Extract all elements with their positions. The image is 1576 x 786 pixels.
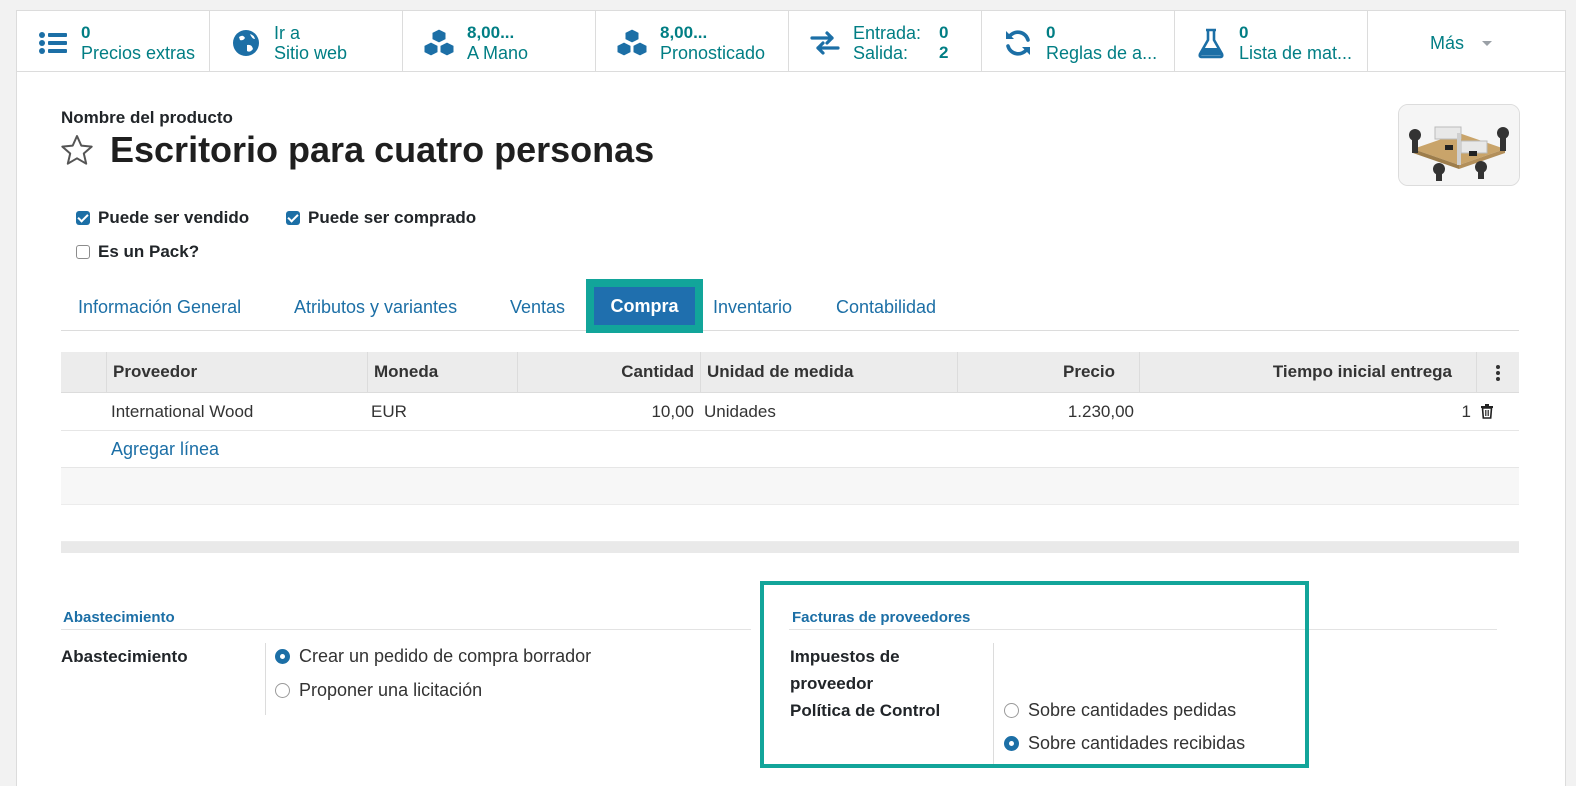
reordering-rules-count: 0 [1046,23,1056,42]
star-icon[interactable] [59,133,95,169]
tab-accounting[interactable]: Contabilidad [836,297,936,318]
extra-prices-label: Precios extras [81,43,196,63]
procurement-option-tender[interactable]: Proponer una licitación [275,680,482,701]
optional-columns-toggle[interactable] [1476,352,1519,392]
section-divider [61,629,751,630]
refresh-icon [1006,30,1030,56]
add-line-row: Agregar línea [61,431,1519,468]
column-delay[interactable]: Tiempo inicial entrega [1139,352,1476,392]
more-dropdown[interactable]: Más [1368,11,1561,71]
extra-prices-button[interactable]: 0 Precios extras [17,11,210,71]
cubes-icon [423,28,455,57]
can-be-purchased-label: Puede ser comprado [308,208,477,227]
tab-attributes-variants[interactable]: Atributos y variantes [294,297,457,318]
incoming-value: 0 [939,23,949,42]
in-out-button[interactable]: Entrada: 0 Salida: 2 [789,11,982,71]
empty-row [61,468,1519,505]
outgoing-label: Salida: [853,43,909,63]
cell-currency[interactable]: EUR [371,393,407,430]
table-row[interactable]: International Wood EUR 10,00 Unidades 1.… [61,393,1519,431]
checkbox-unchecked-icon [76,245,90,259]
empty-row [61,505,1519,542]
table-header: Proveedor Moneda Cantidad Unidad de medi… [61,352,1519,393]
smart-buttons-bar: 0 Precios extras Ir a Sitio web 8,00... … [17,11,1565,72]
notebook-tabs: Información General Atributos y variante… [61,279,1519,333]
kebab-menu-icon [1496,364,1500,381]
procurement-field-label: Abastecimiento [61,647,188,666]
procurement-section-title: Abastecimiento [63,609,175,626]
on-hand-label: A Mano [467,43,529,63]
globe-icon [233,30,259,56]
go-to-website-button[interactable]: Ir a Sitio web [210,11,403,71]
tab-purchase[interactable]: Compra [594,287,695,325]
column-currency[interactable]: Moneda [367,352,517,392]
form-sheet: 0 Precios extras Ir a Sitio web 8,00... … [16,10,1566,786]
procurement-option-draft-po[interactable]: Crear un pedido de compra borrador [275,646,591,667]
cell-uom[interactable]: Unidades [704,393,776,430]
product-image[interactable] [1398,104,1520,186]
website-label: Sitio web [274,43,348,63]
bom-count: 0 [1239,23,1249,42]
can-be-sold-checkbox[interactable]: Puede ser vendido [76,208,249,228]
list-icon [39,32,67,54]
is-pack-checkbox[interactable]: Es un Pack? [76,242,199,262]
reordering-rules-button[interactable]: 0 Reglas de a... [982,11,1175,71]
trash-icon[interactable] [1480,404,1494,419]
radio-selected-icon [275,649,290,664]
caret-down-icon [1482,41,1492,46]
more-label: Más [1430,33,1465,53]
desk-image [1399,105,1519,185]
product-name[interactable]: Escritorio para cuatro personas [110,129,654,171]
cell-price[interactable]: 1.230,00 [957,393,1134,430]
forecasted-label: Pronosticado [660,43,766,63]
is-pack-label: Es un Pack? [98,242,200,261]
can-be-purchased-checkbox[interactable]: Puede ser comprado [286,208,476,228]
column-price[interactable]: Precio [957,352,1139,392]
radio-unselected-icon [275,683,290,698]
go-to-label: Ir a [274,23,301,43]
vendor-bills-highlight-frame [760,581,1309,768]
cell-quantity[interactable]: 10,00 [517,393,694,430]
cell-vendor[interactable]: International Wood [111,393,253,430]
bom-label: Lista de mat... [1239,43,1353,63]
bill-of-materials-button[interactable]: 0 Lista de mat... [1175,11,1368,71]
on-hand-qty: 8,00... [467,23,515,42]
tab-general-info[interactable]: Información General [78,297,241,318]
handle-column-header [61,352,106,392]
checkbox-checked-icon [286,211,300,225]
forecasted-qty: 8,00... [660,23,708,42]
can-be-sold-label: Puede ser vendido [98,208,250,227]
on-hand-button[interactable]: 8,00... A Mano [403,11,596,71]
column-quantity[interactable]: Cantidad [517,352,700,392]
cell-delay[interactable]: 1 [1139,393,1471,430]
field-divider [265,643,266,715]
procurement-option-label: Proponer una licitación [299,680,483,700]
exchange-icon [810,31,840,55]
cubes-icon [616,28,648,57]
incoming-label: Entrada: [853,23,922,43]
vendor-pricelist-table: Proveedor Moneda Cantidad Unidad de medi… [61,352,1519,542]
horizontal-scrollbar[interactable] [61,542,1519,553]
checkbox-checked-icon [76,211,90,225]
product-name-label: Nombre del producto [61,108,233,127]
flask-icon [1198,28,1224,59]
procurement-option-label: Crear un pedido de compra borrador [299,646,592,666]
forecasted-button[interactable]: 8,00... Pronosticado [596,11,789,71]
tab-inventory[interactable]: Inventario [713,297,792,318]
column-uom[interactable]: Unidad de medida [700,352,957,392]
outgoing-value: 2 [939,43,949,62]
column-vendor[interactable]: Proveedor [106,352,367,392]
extra-prices-count: 0 [81,23,91,42]
tab-sales[interactable]: Ventas [510,297,565,318]
active-tab-highlight: Compra [586,279,703,333]
add-line-link[interactable]: Agregar línea [111,431,219,467]
reordering-rules-label: Reglas de a... [1046,43,1158,63]
